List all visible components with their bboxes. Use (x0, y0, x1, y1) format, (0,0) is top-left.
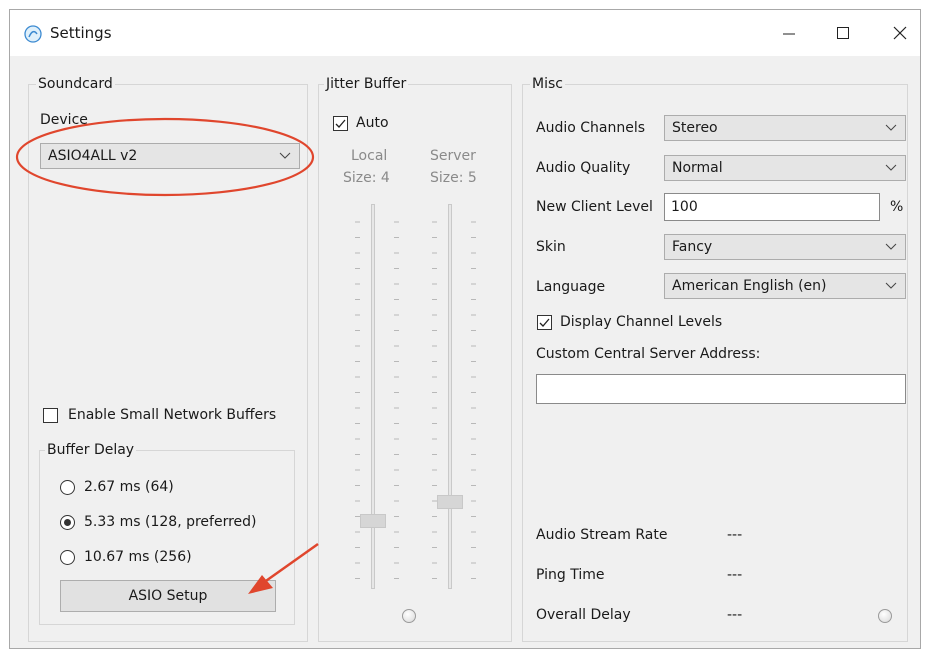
audio-quality-label: Audio Quality (536, 160, 631, 176)
language-value: American English (en) (672, 278, 827, 294)
local-slider-thumb[interactable] (360, 514, 386, 528)
audio-channels-value: Stereo (672, 120, 718, 136)
server-address-label: Custom Central Server Address: (536, 346, 761, 362)
chevron-down-icon (885, 164, 897, 171)
jitter-status-led (402, 609, 416, 623)
display-levels-checkbox[interactable] (537, 315, 552, 330)
language-label: Language (536, 279, 606, 295)
misc-group-label: Misc (530, 76, 565, 92)
ping-time-label: Ping Time (536, 567, 605, 583)
server-slider-thumb[interactable] (437, 495, 463, 509)
chevron-down-icon (885, 282, 897, 289)
new-client-level-label: New Client Level (536, 199, 653, 215)
server-slider-track[interactable] (448, 204, 452, 589)
percent-sign: % (890, 199, 904, 215)
overall-delay-value: --- (727, 607, 743, 623)
server-address-input[interactable] (536, 374, 906, 404)
audio-quality-dropdown[interactable]: Normal (664, 155, 906, 181)
audio-channels-dropdown[interactable]: Stereo (664, 115, 906, 141)
overall-delay-label: Overall Delay (536, 607, 631, 623)
language-dropdown[interactable]: American English (en) (664, 273, 906, 299)
skin-value: Fancy (672, 239, 713, 255)
chevron-down-icon (885, 243, 897, 250)
new-client-level-input[interactable]: 100 (664, 193, 880, 221)
display-levels-label: Display Channel Levels (560, 314, 723, 330)
ping-time-value: --- (727, 567, 743, 583)
audio-quality-value: Normal (672, 160, 723, 176)
delay-status-led (878, 609, 892, 623)
audio-channels-label: Audio Channels (536, 120, 646, 136)
stream-rate-value: --- (727, 527, 743, 543)
skin-dropdown[interactable]: Fancy (664, 234, 906, 260)
chevron-down-icon (885, 124, 897, 131)
settings-window: Settings Soundcard Device ASIO4ALL v2 En… (9, 9, 921, 649)
stream-rate-label: Audio Stream Rate (536, 527, 668, 543)
skin-label: Skin (536, 239, 566, 255)
checkmark-icon (539, 318, 550, 327)
local-slider-track[interactable] (371, 204, 375, 589)
